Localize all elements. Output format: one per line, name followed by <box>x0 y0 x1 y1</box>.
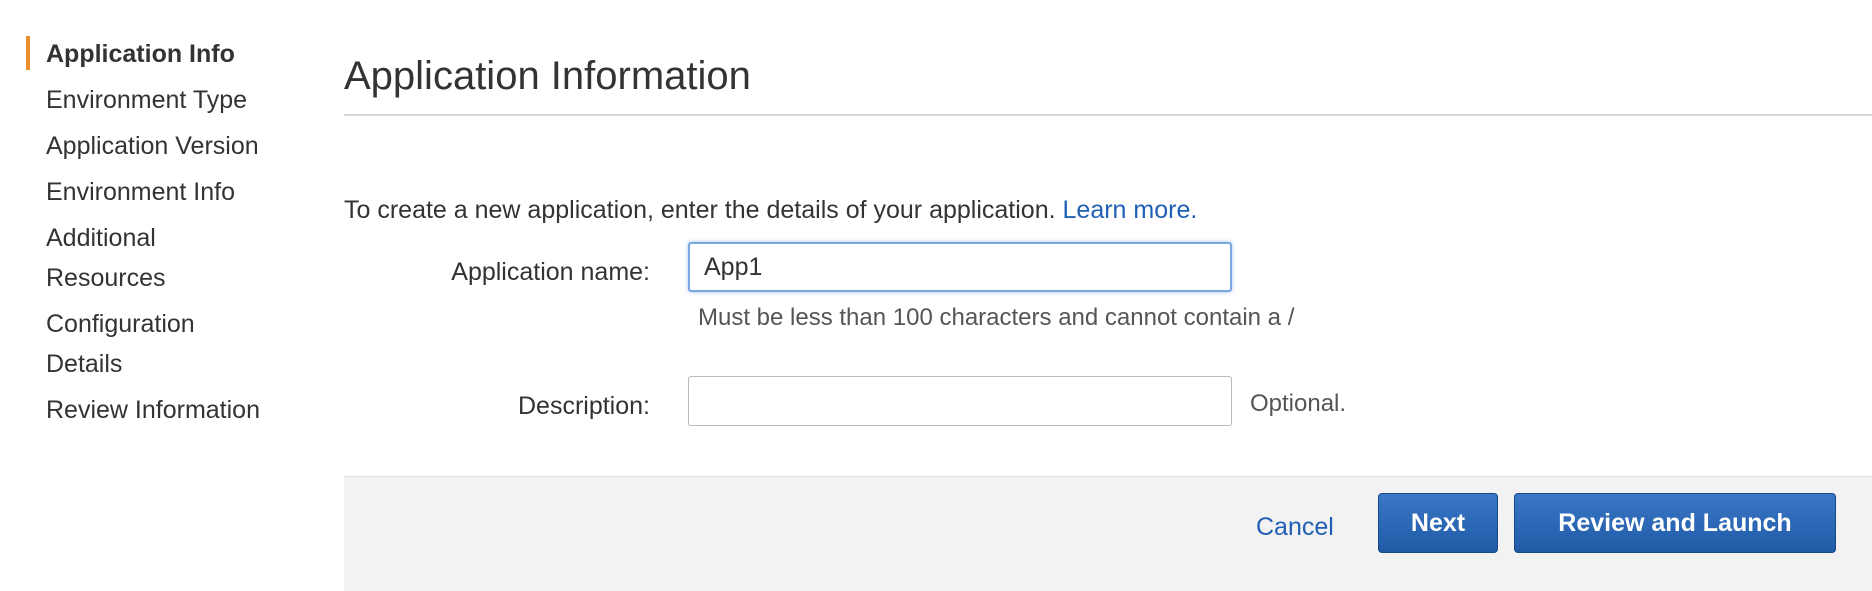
sidebar-item-application-version[interactable]: Application Version <box>26 126 286 166</box>
sidebar-item-environment-type[interactable]: Environment Type <box>26 80 286 120</box>
wizard-action-bar: Cancel Next Review and Launch <box>344 476 1872 591</box>
sidebar-item-label: Additional Resources <box>46 224 166 292</box>
wizard-steps-sidebar: Application Info Environment Type Applic… <box>26 34 286 444</box>
sidebar-item-additional-resources[interactable]: Additional Resources <box>26 218 206 298</box>
app-name-label: Application name: <box>451 258 650 286</box>
cancel-link[interactable]: Cancel <box>1256 513 1334 542</box>
sidebar-item-review-information[interactable]: Review Information <box>26 390 286 430</box>
sidebar-item-environment-info[interactable]: Environment Info <box>26 172 286 212</box>
description-label: Description: <box>518 392 650 420</box>
learn-more-link[interactable]: Learn more. <box>1063 196 1198 224</box>
title-divider <box>344 114 1872 116</box>
description-input[interactable] <box>688 376 1232 426</box>
app-name-input[interactable] <box>688 242 1232 292</box>
sidebar-item-label: Application Version <box>46 132 259 160</box>
sidebar-item-label: Environment Info <box>46 178 235 206</box>
sidebar-item-configuration-details[interactable]: Configuration Details <box>26 304 226 384</box>
app-name-hint: Must be less than 100 characters and can… <box>698 304 1295 331</box>
description-optional-note: Optional. <box>1250 390 1347 417</box>
intro-text: To create a new application, enter the d… <box>344 196 1197 225</box>
wizard-page: Application Info Environment Type Applic… <box>0 0 1872 591</box>
review-and-launch-button[interactable]: Review and Launch <box>1514 493 1836 553</box>
sidebar-item-label: Application Info <box>46 40 235 68</box>
main-content: Application Information To create a new … <box>344 0 1872 591</box>
sidebar-item-label: Environment Type <box>46 86 248 114</box>
page-title: Application Information <box>344 54 751 98</box>
sidebar-item-label: Configuration Details <box>46 310 195 378</box>
sidebar-item-label: Review Information <box>46 396 260 424</box>
sidebar-item-application-info[interactable]: Application Info <box>26 34 286 74</box>
next-button[interactable]: Next <box>1378 493 1498 553</box>
intro-sentence: To create a new application, enter the d… <box>344 196 1056 224</box>
